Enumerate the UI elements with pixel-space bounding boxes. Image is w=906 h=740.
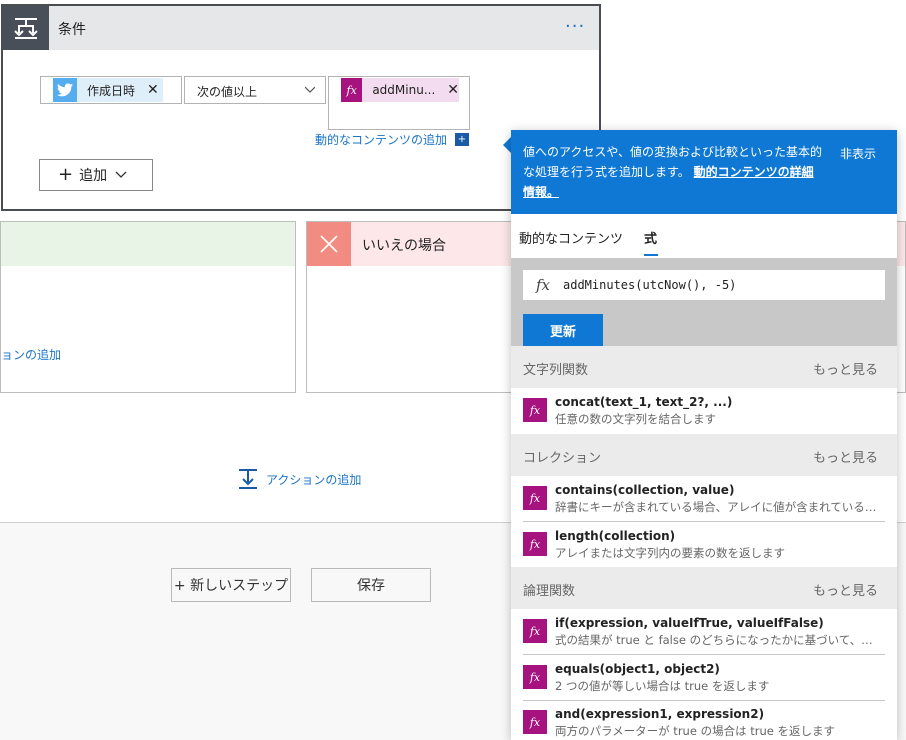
dynamic-token-created-at[interactable]: 作成日時 ✕: [53, 78, 163, 102]
if-yes-branch: ョンの追加: [0, 221, 296, 393]
section-header-collection: コレクション もっと見る: [511, 434, 897, 476]
operator-value: 次の値以上: [197, 85, 258, 99]
more-options-icon[interactable]: ···: [565, 16, 585, 37]
token-label: addMinu...: [372, 83, 436, 97]
function-description: 任意の数の文字列を結合します: [555, 412, 716, 426]
function-name: length(collection): [555, 529, 676, 543]
save-button[interactable]: 保存: [311, 568, 431, 602]
add-button[interactable]: + 追加: [39, 159, 153, 191]
fx-icon: fx: [523, 665, 547, 689]
expression-input[interactable]: fx addMinutes(utcNow(), -5): [523, 270, 885, 300]
add-dynamic-content-link[interactable]: 動的なコンテンツの追加: [315, 131, 447, 148]
condition-icon: [3, 6, 49, 50]
token-label: 作成日時: [87, 83, 136, 98]
plus-icon[interactable]: +: [455, 133, 469, 146]
function-description: アレイまたは文字列内の要素の数を返します: [555, 546, 785, 560]
expression-value: addMinutes(utcNow(), -5): [563, 278, 737, 292]
condition-header[interactable]: 条件 ···: [3, 6, 599, 50]
popup-info-banner: 値へのアクセスや、値の変換および比較といった基本的な処理を行う式を追加します。 …: [511, 130, 897, 214]
function-name: concat(text_1, text_2?, ...): [555, 395, 733, 409]
function-name: and(expression1, expression2): [555, 707, 765, 721]
expression-editor: fx addMinutes(utcNow(), -5) 更新: [511, 258, 897, 346]
fx-icon: fx: [535, 276, 550, 294]
function-description: 辞書にキーが含まれている場合、アレイに値が含まれている場合、または文字列にサブ文…: [555, 500, 881, 514]
tab-expression[interactable]: 式: [644, 228, 657, 247]
update-button[interactable]: 更新: [523, 314, 603, 346]
see-more-link[interactable]: もっと見る: [813, 580, 878, 599]
add-action-label: アクションの追加: [266, 472, 362, 487]
fx-icon: fx: [341, 78, 363, 102]
function-name: contains(collection, value): [555, 483, 735, 497]
fx-icon: fx: [523, 398, 547, 422]
twitter-icon: [53, 78, 77, 102]
function-description: 2 つの値が等しい場合は true を返します: [555, 679, 770, 693]
info-text: 値へのアクセスや、値の変換および比較といった基本的な処理を行う式を追加します。 …: [523, 142, 823, 202]
expression-token[interactable]: fx addMinu... ✕: [341, 78, 459, 102]
condition-right-operand[interactable]: fx addMinu... ✕: [328, 76, 470, 130]
close-icon: [307, 222, 351, 266]
chevron-down-icon: [115, 171, 127, 178]
section-title: コレクション: [523, 451, 602, 466]
function-item[interactable]: fx if(expression, valueIfTrue, valueIfFa…: [511, 609, 897, 654]
function-description: 式の結果が true と false のどちらになったかに基づいて、指定された値…: [555, 633, 881, 647]
function-name: if(expression, valueIfTrue, valueIfFalse…: [555, 616, 824, 630]
add-action-link-yes[interactable]: ョンの追加: [1, 346, 61, 363]
hide-button[interactable]: 非表示: [840, 144, 876, 164]
condition-left-operand[interactable]: 作成日時 ✕: [40, 76, 182, 104]
add-action-link[interactable]: アクションの追加: [238, 468, 361, 490]
function-description: 両方のパラメーターが true の場合は true を返します: [555, 724, 835, 738]
if-yes-header[interactable]: [1, 222, 295, 266]
function-item[interactable]: fx length(collection) アレイまたは文字列内の要素の数を返し…: [511, 522, 897, 567]
operator-dropdown[interactable]: 次の値以上: [184, 76, 326, 104]
section-header-string: 文字列関数 もっと見る: [511, 346, 897, 388]
function-name: equals(object1, object2): [555, 662, 720, 676]
new-step-button[interactable]: + 新しいステップ: [171, 568, 291, 602]
section-title: 文字列関数: [523, 363, 589, 378]
add-action-icon: [239, 469, 257, 489]
fx-icon: fx: [523, 710, 547, 734]
fx-icon: fx: [523, 532, 547, 556]
popup-pointer: [503, 137, 511, 153]
function-item[interactable]: fx contains(collection, value) 辞書にキーが含まれ…: [511, 476, 897, 521]
plus-icon: +: [58, 164, 74, 185]
remove-token-icon[interactable]: ✕: [447, 82, 459, 98]
fx-icon: fx: [523, 486, 547, 510]
chevron-down-icon: [305, 86, 315, 93]
function-item[interactable]: fx equals(object1, object2) 2 つの値が等しい場合は…: [511, 655, 897, 700]
see-more-link[interactable]: もっと見る: [813, 359, 878, 378]
function-item[interactable]: fx and(expression1, expression2) 両方のパラメー…: [511, 700, 897, 740]
remove-token-icon[interactable]: ✕: [147, 82, 159, 98]
fx-icon: fx: [523, 619, 547, 643]
see-more-link[interactable]: もっと見る: [813, 447, 878, 466]
add-button-label: 追加: [79, 168, 108, 184]
condition-title: 条件: [58, 22, 86, 38]
expression-popup: 値へのアクセスや、値の変換および比較といった基本的な処理を行う式を追加します。 …: [511, 130, 897, 740]
section-title: 論理関数: [523, 584, 576, 599]
if-no-title: いいえの場合: [362, 238, 446, 254]
section-header-logical: 論理関数 もっと見る: [511, 567, 897, 609]
tab-dynamic-content[interactable]: 動的なコンテンツ: [519, 228, 623, 247]
active-tab-indicator: [644, 254, 658, 256]
function-item[interactable]: fx concat(text_1, text_2?, ...) 任意の数の文字列…: [511, 388, 897, 433]
